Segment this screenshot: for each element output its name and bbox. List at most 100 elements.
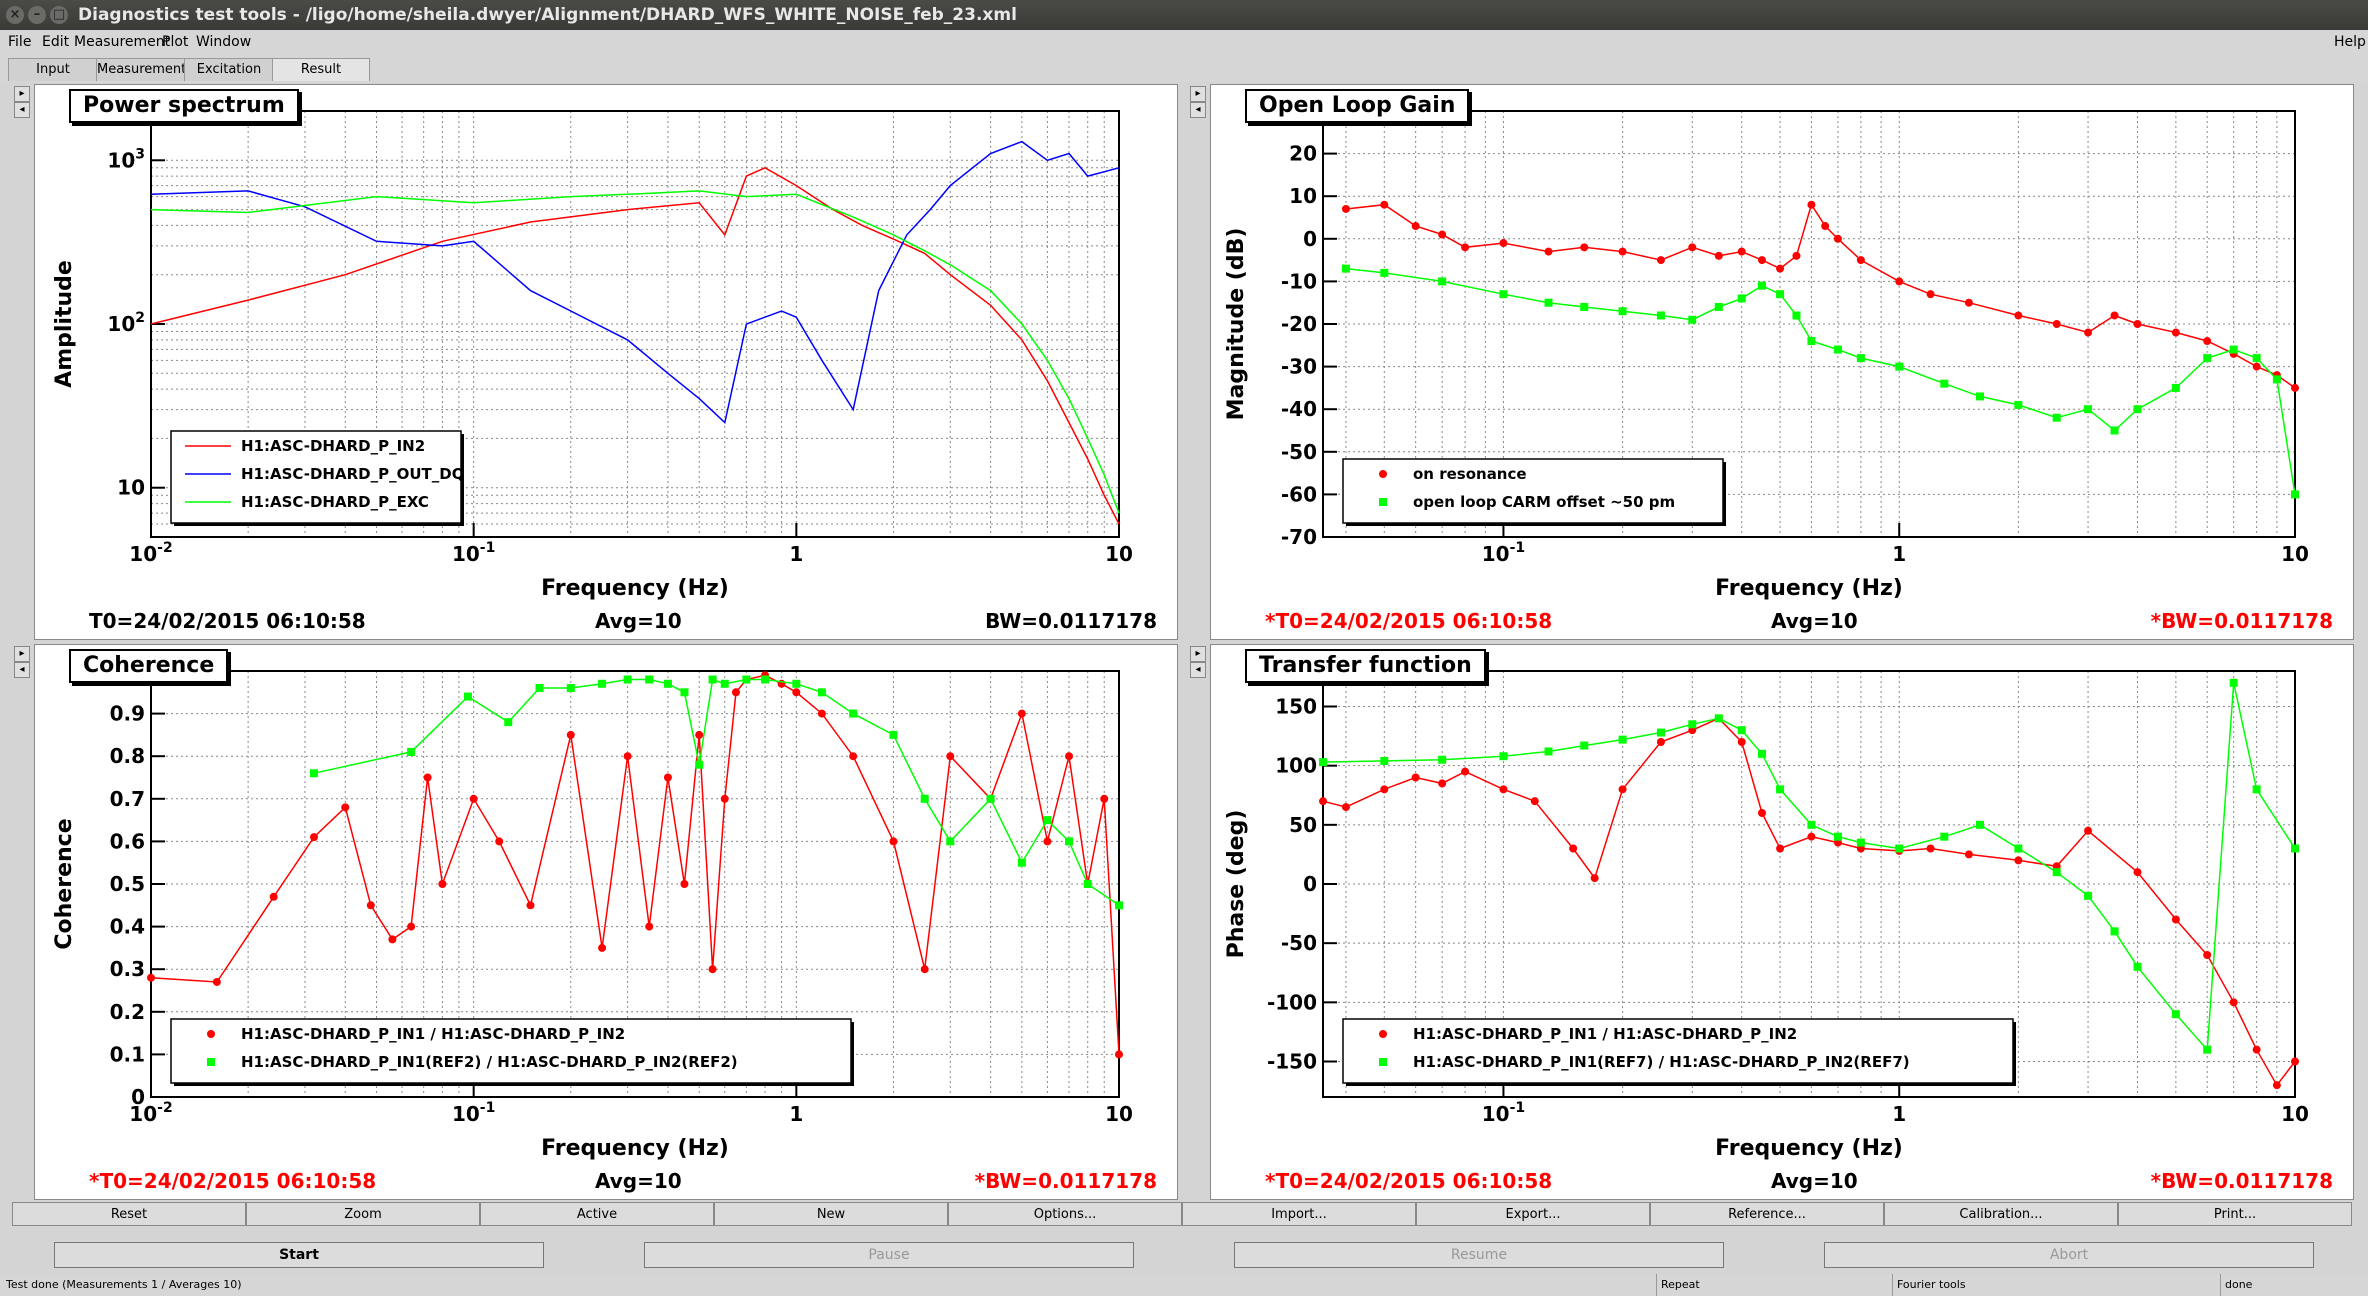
data-point: [2171, 915, 2180, 924]
data-point: [1341, 803, 1350, 812]
y-tick-label: -150: [1267, 1050, 1317, 1074]
coherence-panel[interactable]: 10-210-111010.90.80.70.60.50.40.30.20.10…: [34, 644, 1178, 1200]
options-button[interactable]: Options...: [948, 1202, 1182, 1226]
data-point: [1833, 832, 1842, 841]
reset-button[interactable]: Reset: [12, 1202, 246, 1226]
data-point: [1065, 837, 1074, 846]
data-point: [1776, 785, 1785, 794]
calibration-button[interactable]: Calibration...: [1884, 1202, 2118, 1226]
data-point: [1976, 392, 1985, 401]
transfer-function-panel[interactable]: 10-1 1 10 150 100 50 0 -50 -100 -150 Frequency (Hz…: [1210, 644, 2354, 1200]
legend-label: H1:ASC-DHARD_P_IN1 / H1:ASC-DHARD_P_IN2: [241, 1025, 625, 1043]
data-point: [2052, 413, 2061, 422]
panel-collapse-left-icon[interactable]: ◂: [14, 102, 30, 118]
data-point: [623, 752, 632, 761]
menu-edit[interactable]: Edit: [42, 30, 69, 54]
data-point: [1618, 247, 1627, 256]
import-button[interactable]: Import...: [1182, 1202, 1416, 1226]
data-point: [1341, 264, 1350, 273]
data-point: [708, 675, 717, 684]
tab-input[interactable]: Input: [8, 58, 98, 81]
data-point: [1499, 785, 1508, 794]
y-tick-label: 10: [117, 476, 145, 500]
open-loop-gain-plot[interactable]: 10-11103020100-10-20-30-40-50-60-70Frequ…: [1211, 85, 2353, 639]
data-point: [680, 688, 689, 697]
menu-help[interactable]: Help: [2334, 30, 2366, 54]
t0-label: T0=24/02/2015 06:10:58: [89, 609, 366, 633]
y-tick-label: -20: [1281, 312, 1317, 336]
data-point: [388, 935, 397, 944]
series-1: [150, 140, 1120, 425]
tab-excitation[interactable]: Excitation: [184, 58, 274, 81]
data-point: [1688, 243, 1697, 252]
data-point: [889, 730, 898, 739]
x-tick-label: 1: [789, 1102, 803, 1126]
data-point: [1017, 858, 1026, 867]
menu-measurement[interactable]: Measurement: [74, 30, 170, 54]
resume-button[interactable]: Resume: [1234, 1242, 1724, 1268]
y-axis-label: Amplitude: [52, 260, 77, 388]
x-tick-label: 1: [789, 542, 803, 566]
y-tick-label: 10: [1289, 184, 1317, 208]
transfer-function-plot[interactable]: 10-1 1 10 150 100 50 0 -50 -100 -150 Frequency (Hz…: [1211, 645, 2353, 1199]
bw-label: *BW=0.0117178: [974, 1169, 1157, 1193]
data-point: [2229, 345, 2238, 354]
data-point: [1580, 243, 1589, 252]
reference-button[interactable]: Reference...: [1650, 1202, 1884, 1226]
data-point: [1964, 298, 1973, 307]
y-tick-label: 0.3: [110, 957, 145, 981]
y-tick-label: 20: [1289, 142, 1317, 166]
active-button[interactable]: Active: [480, 1202, 714, 1226]
coherence-plot[interactable]: 10-210-111010.90.80.70.60.50.40.30.20.10…: [35, 645, 1177, 1199]
data-point: [2203, 951, 2212, 959]
export-button[interactable]: Export...: [1416, 1202, 1650, 1226]
series-line: [150, 674, 1120, 1055]
y-tick-label: 0: [1303, 227, 1317, 251]
new-button[interactable]: New: [714, 1202, 948, 1226]
status-message: Test done (Measurements 1 / Averages 10): [6, 1278, 242, 1291]
pause-button[interactable]: Pause: [644, 1242, 1134, 1268]
data-point: [2052, 320, 2061, 328]
legend-box: [1342, 458, 1724, 524]
panel-collapse-left-icon[interactable]: ◂: [1190, 102, 1206, 118]
data-point: [1833, 345, 1842, 354]
power-spectrum-panel[interactable]: 10-2 10-1 1 10 10 102 103 Frequency (Hz) Amplitu…: [34, 84, 1178, 640]
menu-window[interactable]: Window: [196, 30, 251, 54]
abort-button[interactable]: Abort: [1824, 1242, 2314, 1268]
data-point: [1380, 756, 1389, 765]
bw-label: BW=0.0117178: [985, 609, 1157, 633]
avg-label: Avg=10: [595, 609, 682, 633]
menu-plot[interactable]: Plot: [162, 30, 188, 54]
power-spectrum-plot[interactable]: 10-2 10-1 1 10 10 102 103 Frequency (Hz) Amplitu…: [35, 85, 1177, 639]
tab-result[interactable]: Result: [272, 58, 370, 81]
panel-expand-right-icon[interactable]: ▸: [14, 646, 30, 662]
data-point: [1438, 755, 1447, 764]
data-point: [269, 892, 278, 901]
window-controls: × – □: [6, 6, 68, 24]
minimize-icon[interactable]: –: [28, 6, 46, 24]
menu-file[interactable]: File: [8, 30, 31, 54]
data-point: [1792, 311, 1801, 320]
status-bar: Test done (Measurements 1 / Averages 10)…: [0, 1274, 2368, 1296]
y-tick-label: -60: [1281, 482, 1317, 506]
zoom-button[interactable]: Zoom: [246, 1202, 480, 1226]
panel-expand-right-icon[interactable]: ▸: [14, 86, 30, 102]
data-point: [1807, 337, 1816, 346]
panel-collapse-left-icon[interactable]: ◂: [14, 662, 30, 678]
close-icon[interactable]: ×: [6, 6, 24, 24]
panel-collapse-left-icon[interactable]: ◂: [1190, 662, 1206, 678]
start-button[interactable]: Start: [54, 1242, 544, 1268]
open-loop-gain-panel[interactable]: 10-11103020100-10-20-30-40-50-60-70Frequ…: [1210, 84, 2354, 640]
print-button[interactable]: Print...: [2118, 1202, 2352, 1226]
y-axis-label: Phase (deg): [1224, 810, 1249, 959]
panel-expand-right-icon[interactable]: ▸: [1190, 646, 1206, 662]
tab-measurement[interactable]: Measurement: [96, 58, 186, 81]
maximize-icon[interactable]: □: [50, 6, 68, 24]
data-point: [680, 880, 689, 888]
tab-bar: Input Measurement Excitation Result: [0, 54, 2368, 82]
data-point: [889, 837, 898, 846]
data-point: [598, 679, 607, 688]
x-tick-label: 10-1: [452, 1100, 495, 1126]
panel-expand-right-icon[interactable]: ▸: [1190, 86, 1206, 102]
data-point: [761, 675, 770, 684]
